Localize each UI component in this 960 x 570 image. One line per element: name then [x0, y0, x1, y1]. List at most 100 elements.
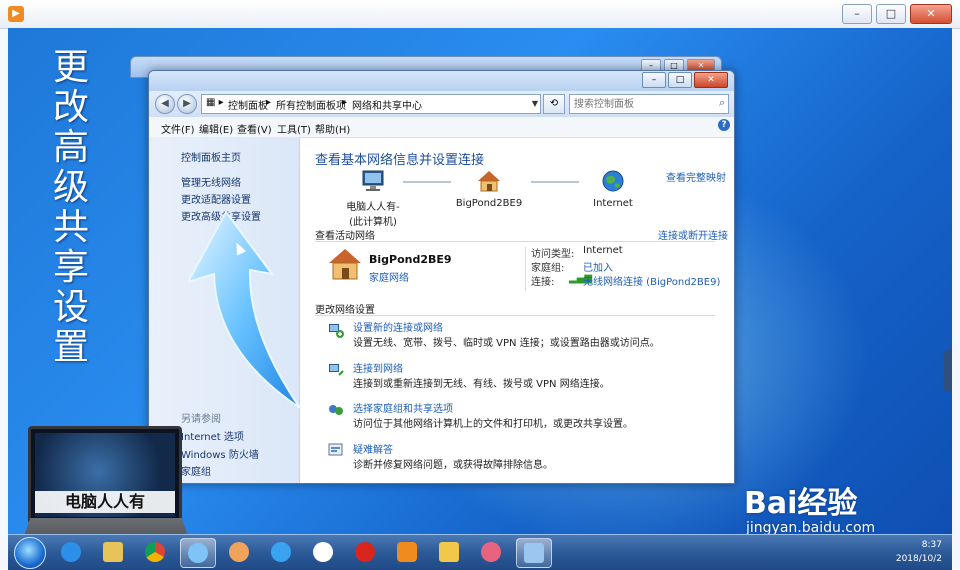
network-connection-line [403, 181, 451, 183]
taskbar-chrome[interactable] [138, 538, 172, 566]
close-button[interactable]: ✕ [694, 72, 728, 88]
maximize-button[interactable]: □ [668, 72, 692, 88]
sidebar-link-adapter-settings[interactable]: 更改适配器设置 [181, 191, 251, 206]
back-button[interactable]: ◀ [155, 94, 175, 114]
sidebar-link-control-panel-home[interactable]: 控制面板主页 [181, 149, 241, 164]
breadcrumb-all-items[interactable]: 所有控制面板项 [276, 97, 346, 112]
network-node-internet[interactable]: Internet [581, 169, 645, 209]
full-map-link[interactable]: 查看完整映射 [666, 169, 726, 184]
homegroup-icon [329, 405, 343, 415]
task-homegroup-desc: 访问位于其他网络计算机上的文件和打印机，或更改共享设置。 [353, 419, 633, 430]
connect-disconnect-link[interactable]: 连接或断开连接 [658, 227, 728, 242]
active-network-type-link[interactable]: 家庭网络 [369, 269, 409, 284]
menu-tools[interactable]: 工具(T) [277, 121, 311, 136]
connect-network-icon [329, 364, 344, 376]
side-gadget-handle[interactable] [944, 350, 952, 392]
menu-file[interactable]: 文件(F) [161, 121, 195, 136]
menu-edit[interactable]: 编辑(E) [199, 121, 233, 136]
address-icon: ▦ ▸ [206, 97, 224, 108]
task-setup-connection-link[interactable]: 设置新的连接或网络 [353, 319, 443, 334]
node-router-name: BigPond2BE9 [455, 198, 523, 209]
desktop: 更改高级共享设置 – □ ✕ – □ ✕ ◀ ▶ ▦ ▸ 控制面板 ▸ 所有控制… [8, 28, 952, 534]
taskbar-ie[interactable] [54, 538, 88, 566]
window-titlebar[interactable]: – □ ✕ [149, 71, 734, 91]
taskbar-video-player[interactable] [390, 538, 424, 566]
taskbar-chess[interactable] [348, 538, 382, 566]
breadcrumb-separator: ▸ [342, 97, 348, 108]
paint-icon [229, 542, 249, 562]
connection-label: 连接: [531, 277, 555, 288]
laptop-label: 电脑人人有 [35, 491, 175, 513]
taskbar-paint[interactable] [222, 538, 256, 566]
taskbar-cloud[interactable] [264, 538, 298, 566]
player-app-icon: ▶ [8, 6, 24, 22]
task-setup-connection-desc: 设置无线、宽带、拨号、临时或 VPN 连接；或设置路由器或访问点。 [353, 338, 660, 349]
node-computer-name: 电脑人人有- [346, 202, 400, 213]
address-bar[interactable]: ▦ ▸ 控制面板 ▸ 所有控制面板项 ▸ 网络和共享中心 ▼ [201, 94, 541, 114]
player-close-button[interactable]: ✕ [910, 4, 952, 24]
forward-button[interactable]: ▶ [177, 94, 197, 114]
network-connection-line [531, 181, 579, 183]
system-clock[interactable]: 8:37 2018/10/2 [896, 538, 942, 566]
breadcrumb-separator: ▸ [266, 97, 272, 108]
active-network-name: BigPond2BE9 [369, 253, 452, 266]
change-settings-title: 更改网络设置 [315, 305, 375, 316]
game-icon [481, 542, 501, 562]
vertical-divider [525, 247, 526, 291]
task-connect-network-link[interactable]: 连接到网络 [353, 360, 403, 375]
cloud-icon [271, 542, 291, 562]
taskbar-game[interactable] [474, 538, 508, 566]
search-icon[interactable]: ⌕ [719, 96, 725, 110]
homegroup-value-link[interactable]: 已加入 [583, 259, 613, 274]
section-divider [315, 241, 715, 242]
network-app-icon [188, 543, 208, 563]
ie-icon [61, 542, 81, 562]
baidu-logo: Bai经验 [744, 486, 858, 521]
access-type-label: 访问类型: [531, 249, 575, 260]
task-troubleshoot-desc: 诊断并修复网络问题，或获得故障排除信息。 [353, 460, 553, 471]
home-network-large-icon [329, 249, 361, 280]
computer-icon [362, 170, 384, 191]
laptop-screen: 电脑人人有 [28, 426, 182, 524]
minimize-button[interactable]: – [642, 72, 666, 88]
refresh-button[interactable]: ⟲ [543, 94, 565, 114]
help-icon[interactable]: ? [718, 119, 730, 131]
main-content: 查看基本网络信息并设置连接 查看完整映射 电脑人人有- (此计算机) BigPo… [299, 137, 734, 483]
breadcrumb-control-panel[interactable]: 控制面板 [228, 97, 268, 112]
overlay-vertical-title: 更改高级共享设置 [52, 47, 89, 368]
pinwheel-icon [313, 542, 333, 562]
page-title: 查看基本网络信息并设置连接 [315, 153, 485, 168]
chrome-icon [145, 542, 165, 562]
sidebar-link-manage-wireless[interactable]: 管理无线网络 [181, 174, 241, 189]
folder-icon [439, 542, 459, 562]
menu-view[interactable]: 查看(V) [237, 121, 272, 136]
search-input[interactable] [570, 95, 711, 113]
menu-help[interactable]: 帮助(H) [315, 121, 350, 136]
network-node-router[interactable]: BigPond2BE9 [451, 169, 527, 209]
player-minimize-button[interactable]: – [842, 4, 872, 24]
address-dropdown-icon[interactable]: ▼ [532, 99, 538, 108]
chess-icon [355, 542, 375, 562]
pointer-arrow-overlay [188, 212, 301, 408]
task-troubleshoot-link[interactable]: 疑难解答 [353, 441, 393, 456]
taskbar-network-center[interactable] [516, 538, 552, 568]
baidu-watermark: Bai经验 jingyan.baidu.com [744, 478, 944, 534]
clock-date: 2018/10/2 [895, 554, 942, 564]
troubleshoot-icon [328, 443, 343, 456]
start-button[interactable] [14, 537, 46, 569]
network-node-computer[interactable]: 电脑人人有- (此计算机) [337, 169, 409, 228]
connection-value-link[interactable]: 无线网络连接 (BigPond2BE9) [583, 273, 720, 288]
player-maximize-button[interactable]: □ [876, 4, 906, 24]
node-internet-name: Internet [593, 198, 633, 209]
taskbar-explorer[interactable] [96, 538, 130, 566]
video-player-window: ▶ – □ ✕ 更改高级共享设置 – □ ✕ – □ ✕ ◀ ▶ ▦ ▸ 控制面… [0, 0, 960, 570]
breadcrumb-network-center[interactable]: 网络和共享中心 [352, 97, 422, 112]
task-homegroup-link[interactable]: 选择家庭组和共享选项 [353, 400, 453, 415]
new-connection-icon [329, 324, 344, 338]
baidu-site: jingyan.baidu.com [746, 520, 876, 534]
taskbar-folder[interactable] [432, 538, 466, 566]
active-networks-title: 查看活动网络 [315, 231, 375, 242]
taskbar-pinwheel[interactable] [306, 538, 340, 566]
taskbar-network-app[interactable] [180, 538, 216, 568]
video-player-icon [397, 542, 417, 562]
